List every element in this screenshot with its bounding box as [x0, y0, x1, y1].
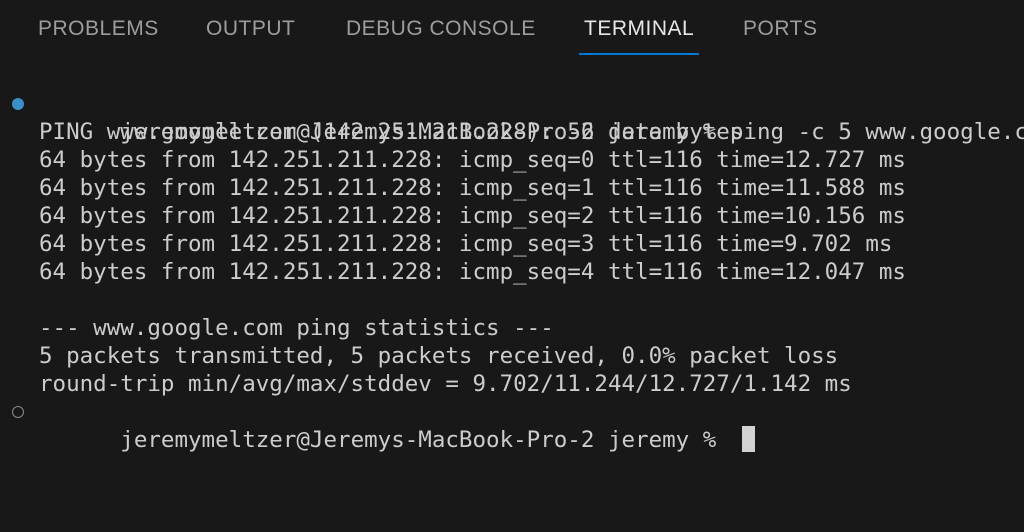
- terminal-text: 5 packets transmitted, 5 packets receive…: [39, 343, 839, 369]
- tab-problems[interactable]: PROBLEMS: [38, 14, 159, 44]
- active-tab-indicator: [579, 53, 699, 55]
- terminal-line: --- www.google.com ping statistics ---: [0, 314, 1024, 342]
- terminal-text: PING www.google.com (142.251.211.228): 5…: [39, 119, 744, 145]
- terminal-line: 64 bytes from 142.251.211.228: icmp_seq=…: [0, 230, 1024, 258]
- terminal-text: 64 bytes from 142.251.211.228: icmp_seq=…: [39, 203, 906, 229]
- panel-tabs: PROBLEMS OUTPUT DEBUG CONSOLE TERMINAL P…: [0, 0, 1024, 60]
- terminal-line: 64 bytes from 142.251.211.228: icmp_seq=…: [0, 174, 1024, 202]
- terminal-text: 64 bytes from 142.251.211.228: icmp_seq=…: [39, 259, 906, 285]
- terminal-text: 64 bytes from 142.251.211.228: icmp_seq=…: [39, 147, 906, 173]
- terminal-text: --- www.google.com ping statistics ---: [39, 315, 554, 341]
- terminal-text: 64 bytes from 142.251.211.228: icmp_seq=…: [39, 231, 893, 257]
- tab-output[interactable]: OUTPUT: [206, 14, 295, 44]
- tab-debug-console[interactable]: DEBUG CONSOLE: [346, 14, 536, 44]
- terminal-line: 5 packets transmitted, 5 packets receive…: [0, 342, 1024, 370]
- tab-ports[interactable]: PORTS: [743, 14, 817, 44]
- command-success-dot-icon[interactable]: [12, 98, 24, 110]
- terminal-line: 64 bytes from 142.251.211.228: icmp_seq=…: [0, 146, 1024, 174]
- terminal-line: 64 bytes from 142.251.211.228: icmp_seq=…: [0, 258, 1024, 286]
- terminal-line: 64 bytes from 142.251.211.228: icmp_seq=…: [0, 202, 1024, 230]
- terminal-text: round-trip min/avg/max/stddev = 9.702/11…: [39, 371, 852, 397]
- terminal-output[interactable]: jeremymeltzer@Jeremys-MacBook-Pro-2 jere…: [0, 90, 1024, 453]
- tab-terminal[interactable]: TERMINAL: [584, 14, 694, 44]
- terminal-text: 64 bytes from 142.251.211.228: icmp_seq=…: [39, 175, 906, 201]
- terminal-prompt-text: jeremymeltzer@Jeremys-MacBook-Pro-2 jere…: [120, 427, 730, 453]
- terminal-line-command: jeremymeltzer@Jeremys-MacBook-Pro-2 jere…: [0, 90, 1024, 145]
- command-pending-dot-icon[interactable]: [12, 406, 24, 418]
- terminal-line: PING www.google.com (142.251.211.228): 5…: [0, 118, 1024, 146]
- terminal-panel: PROBLEMS OUTPUT DEBUG CONSOLE TERMINAL P…: [0, 0, 1024, 532]
- terminal-cursor: [741, 426, 755, 452]
- terminal-line-prompt: jeremymeltzer@Jeremys-MacBook-Pro-2 jere…: [0, 398, 1024, 453]
- terminal-line: round-trip min/avg/max/stddev = 9.702/11…: [0, 370, 1024, 398]
